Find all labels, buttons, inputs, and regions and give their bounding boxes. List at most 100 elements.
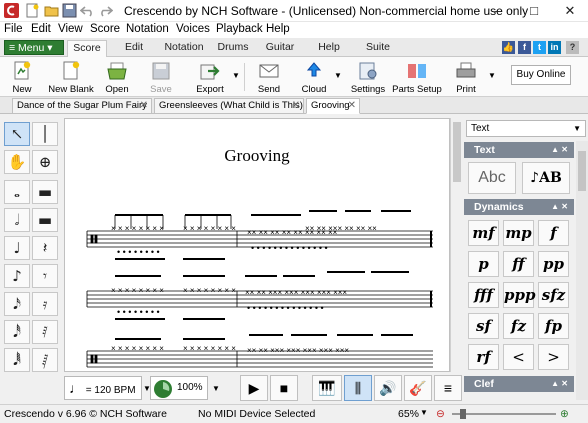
- twitter-icon[interactable]: t: [533, 41, 546, 54]
- eighth-note-tool[interactable]: ♪: [4, 264, 30, 288]
- zoom-dropdown-icon[interactable]: ▼: [420, 408, 428, 417]
- main-menu-button[interactable]: ≡ Menu ▾: [4, 40, 64, 55]
- sixty-fourth-rest-tool[interactable]: 𝅁: [32, 348, 58, 372]
- tab-suite[interactable]: Suite: [358, 40, 398, 57]
- dynamic-pp[interactable]: pp: [538, 251, 569, 277]
- sixteenth-note-tool[interactable]: 𝅘𝅥𝅯: [4, 292, 30, 316]
- print-dropdown-icon[interactable]: ▼: [488, 71, 496, 80]
- zoom-tool[interactable]: ⊕: [32, 150, 58, 174]
- scroll-thumb[interactable]: [453, 122, 461, 182]
- facebook-icon[interactable]: f: [518, 41, 531, 54]
- clef-section-header[interactable]: Clef ▲ ✕: [464, 376, 574, 392]
- section-collapse-icon[interactable]: ▲ ✕: [551, 199, 568, 215]
- new-blank-button[interactable]: New Blank: [46, 59, 96, 95]
- section-collapse-icon[interactable]: ▲ ✕: [551, 376, 568, 392]
- zoom-slider-thumb[interactable]: [460, 409, 466, 419]
- tab-notation[interactable]: Notation: [160, 40, 208, 57]
- send-button[interactable]: Send: [252, 59, 286, 95]
- follow-playback-button[interactable]: ⫼: [344, 375, 372, 401]
- zoom-slider-track[interactable]: [452, 413, 556, 415]
- close-tab-icon[interactable]: ✕: [348, 99, 356, 113]
- print-button[interactable]: Print: [450, 59, 482, 95]
- crescendo-hairpin[interactable]: <: [503, 344, 534, 370]
- menu-notation[interactable]: Notation: [126, 23, 169, 35]
- dynamic-sf[interactable]: sf: [468, 313, 499, 339]
- new-file-icon[interactable]: [25, 3, 40, 18]
- thirty-second-rest-tool[interactable]: 𝅀: [32, 320, 58, 344]
- zoom-out-icon[interactable]: ⊖: [436, 408, 445, 420]
- lyrics-tool[interactable]: ♪AB: [522, 162, 570, 194]
- save-icon[interactable]: [62, 3, 77, 18]
- cloud-dropdown-icon[interactable]: ▼: [334, 71, 342, 80]
- tempo-field[interactable]: ♩ = 120 BPM: [64, 376, 142, 400]
- dynamic-ppp[interactable]: ppp: [503, 282, 535, 308]
- tab-drums[interactable]: Drums: [212, 40, 254, 57]
- dynamic-fz[interactable]: fz: [503, 313, 534, 339]
- scroll-thumb[interactable]: [578, 151, 586, 191]
- doc-tab-grooving[interactable]: Grooving ✕: [306, 98, 360, 114]
- open-button[interactable]: Open: [100, 59, 134, 95]
- redo-icon[interactable]: [98, 3, 113, 18]
- half-note-tool[interactable]: 𝅗𝅥: [4, 208, 30, 232]
- quarter-note-tool[interactable]: ♩: [4, 236, 30, 260]
- panel-scrollbar[interactable]: [576, 141, 588, 400]
- speed-dropdown-icon[interactable]: ▼: [212, 384, 220, 393]
- like-icon[interactable]: 👍: [502, 41, 515, 54]
- menu-file[interactable]: File: [4, 23, 23, 35]
- stop-button[interactable]: ■: [270, 375, 298, 401]
- dynamic-f[interactable]: f: [538, 220, 569, 246]
- tab-guitar[interactable]: Guitar: [258, 40, 302, 57]
- menu-edit[interactable]: Edit: [31, 23, 51, 35]
- dynamic-p[interactable]: p: [468, 251, 499, 277]
- sixty-fourth-note-tool[interactable]: 𝅘𝅥𝅱: [4, 348, 30, 372]
- text-cursor-tool[interactable]: │: [32, 122, 58, 146]
- text-section-header[interactable]: Text ▲ ✕: [464, 142, 574, 158]
- select-arrow-tool[interactable]: ↖: [4, 122, 30, 146]
- play-button[interactable]: ▶: [240, 375, 268, 401]
- score-canvas[interactable]: Grooving × × × × × × × × × × × × × × × ×…: [64, 118, 450, 372]
- eighth-rest-tool[interactable]: 𝄾: [32, 264, 58, 288]
- hand-tool[interactable]: ✋: [4, 150, 30, 174]
- whole-note-tool[interactable]: 𝅝: [4, 180, 30, 204]
- buy-online-button[interactable]: Buy Online: [511, 65, 571, 85]
- dynamic-mf[interactable]: mf: [468, 220, 499, 246]
- new-button[interactable]: New: [4, 59, 40, 95]
- linkedin-icon[interactable]: in: [548, 41, 561, 54]
- instrument-button[interactable]: 🎹: [312, 375, 342, 401]
- tab-edit[interactable]: Edit: [114, 40, 154, 57]
- dynamic-ff[interactable]: ff: [503, 251, 534, 277]
- menu-score[interactable]: Score: [90, 23, 120, 35]
- parts-setup-button[interactable]: Parts Setup: [392, 59, 442, 95]
- thirty-second-note-tool[interactable]: 𝅘𝅥𝅰: [4, 320, 30, 344]
- undo-icon[interactable]: [80, 3, 95, 18]
- tab-score[interactable]: Score: [67, 40, 107, 57]
- decrescendo-hairpin[interactable]: >: [538, 344, 569, 370]
- help-icon[interactable]: ?: [566, 41, 579, 54]
- maximize-button[interactable]: □: [516, 0, 552, 22]
- doc-tab-sugar-plum[interactable]: Dance of the Sugar Plum Fairy ✕: [12, 98, 152, 114]
- mixer-button[interactable]: ≡: [434, 375, 462, 401]
- metronome-button[interactable]: 🔊: [374, 375, 402, 401]
- settings-button[interactable]: Settings: [348, 59, 388, 95]
- close-tab-icon[interactable]: ✕: [292, 99, 300, 113]
- menu-view[interactable]: View: [58, 23, 83, 35]
- menu-playback[interactable]: Playback: [216, 23, 263, 35]
- category-dropdown[interactable]: Text ▼: [466, 120, 586, 137]
- text-tool-abc[interactable]: Abc: [468, 162, 516, 194]
- sixteenth-rest-tool[interactable]: 𝄿: [32, 292, 58, 316]
- dynamic-mp[interactable]: mp: [503, 220, 534, 246]
- menu-voices[interactable]: Voices: [176, 23, 210, 35]
- zoom-in-icon[interactable]: ⊕: [560, 408, 569, 420]
- speed-control[interactable]: 100%: [150, 376, 208, 400]
- section-collapse-icon[interactable]: ▲ ✕: [551, 142, 568, 158]
- dynamic-fff[interactable]: fff: [468, 282, 499, 308]
- half-rest-tool[interactable]: ▬: [32, 208, 58, 232]
- menu-help[interactable]: Help: [266, 23, 290, 35]
- tab-help[interactable]: Help: [310, 40, 348, 57]
- minimize-button[interactable]: –: [480, 0, 516, 22]
- dynamic-rf[interactable]: rf: [468, 344, 499, 370]
- save-button[interactable]: Save: [144, 59, 178, 95]
- export-button[interactable]: Export: [190, 59, 230, 95]
- dynamic-fp[interactable]: fp: [538, 313, 569, 339]
- quarter-rest-tool[interactable]: 𝄽: [32, 236, 58, 260]
